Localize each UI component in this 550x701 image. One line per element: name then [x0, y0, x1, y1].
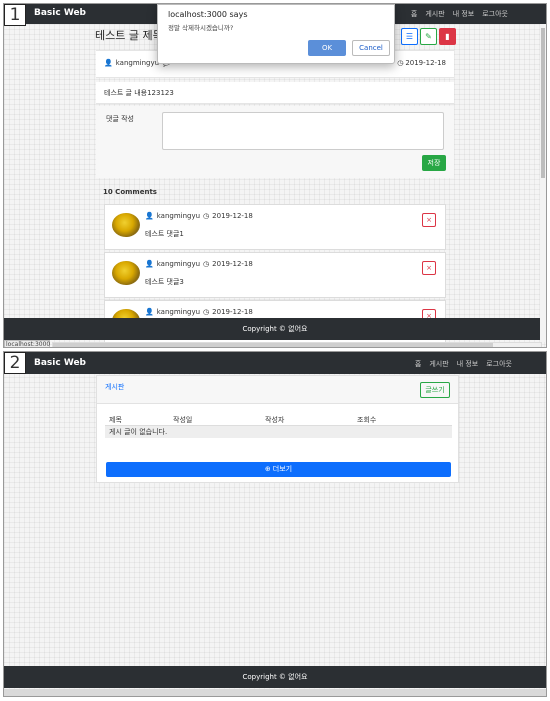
- comment-text: 테스트 댓글1: [145, 230, 184, 238]
- dialog-title: localhost:3000 says: [168, 10, 248, 19]
- dialog-cancel-button[interactable]: Cancel: [352, 40, 390, 56]
- comment-date: 2019-12-18: [212, 212, 253, 220]
- dialog-message: 정말 삭제하시겠습니까?: [168, 24, 234, 32]
- user-icon: 👤: [145, 212, 154, 220]
- nav-board[interactable]: 게시판: [429, 359, 448, 369]
- comments-count-title: 10 Comments: [103, 188, 157, 196]
- trash-icon: ▮: [445, 32, 450, 41]
- board-header: 게시판 글쓰기: [97, 376, 458, 404]
- post-body: 테스트 글 내용123123: [96, 82, 454, 104]
- comment-form-label: 댓글 작성: [106, 115, 134, 123]
- column-author: 작성자: [265, 415, 285, 424]
- column-date: 작성일: [173, 415, 193, 424]
- confirm-dialog: localhost:3000 says 정말 삭제하시겠습니까? OK Canc…: [157, 4, 395, 64]
- screenshot-panel-1: 1 Basic Web 홈 게시판 내 정보 로그아웃 테스트 글 제목 ☰ ✎…: [3, 3, 547, 348]
- top-navbar: Basic Web 홈 게시판 내 정보 로그아웃: [4, 352, 546, 374]
- nav-logout[interactable]: 로그아웃: [486, 359, 512, 369]
- comment-delete-button[interactable]: ×: [422, 261, 436, 275]
- load-more-label: 더보기: [272, 465, 293, 473]
- table-header: 제목 작성일 작성자 조회수: [105, 414, 452, 426]
- nav-board[interactable]: 게시판: [425, 9, 444, 19]
- empty-message: 게시 글이 없습니다.: [105, 426, 452, 438]
- comment-form: 댓글 작성 저장: [96, 106, 454, 178]
- footer: Copyright © 없어요: [4, 666, 546, 688]
- dialog-ok-button[interactable]: OK: [308, 40, 346, 56]
- nav-links: 홈 게시판 내 정보 로그아웃: [415, 359, 512, 369]
- edit-icon: ✎: [425, 32, 432, 41]
- clock-icon: ◷: [203, 260, 210, 268]
- comment-author: kangmingyu: [156, 212, 201, 220]
- post-title: 테스트 글 제목: [95, 29, 163, 42]
- nav-home[interactable]: 홈: [411, 9, 417, 19]
- list-icon: ☰: [405, 32, 414, 41]
- comment-textarea[interactable]: [162, 112, 444, 150]
- board-title[interactable]: 게시판: [105, 382, 124, 392]
- avatar: [112, 213, 140, 237]
- brand-link[interactable]: Basic Web: [34, 8, 86, 18]
- comment-date: 2019-12-18: [212, 260, 253, 268]
- comment-date: 2019-12-18: [212, 308, 253, 316]
- clock-icon: ◷: [397, 59, 404, 67]
- user-icon: 👤: [104, 59, 113, 67]
- clock-icon: ◷: [203, 308, 210, 316]
- plus-circle-icon: ⊕: [264, 465, 271, 473]
- load-more-button[interactable]: ⊕ 더보기: [106, 462, 451, 477]
- post-action-buttons: ☰ ✎ ▮: [401, 28, 458, 45]
- comment-item: 👤 kangmingyu ◷ 2019-12-18 테스트 댓글3 ×: [104, 252, 446, 298]
- post-date: 2019-12-18: [405, 59, 446, 67]
- board-card: 게시판 글쓰기 제목 작성일 작성자 조회수 게시 글이 없습니다. ⊕ 더보기: [96, 375, 459, 483]
- delete-button[interactable]: ▮: [439, 28, 456, 45]
- avatar: [112, 261, 140, 285]
- list-button[interactable]: ☰: [401, 28, 418, 45]
- board-table: 제목 작성일 작성자 조회수 게시 글이 없습니다.: [105, 414, 452, 438]
- comment-save-button[interactable]: 저장: [422, 155, 446, 171]
- nav-home[interactable]: 홈: [415, 359, 421, 369]
- horizontal-scrollbar[interactable]: [52, 342, 542, 347]
- post-body-text: 테스트 글 내용123123: [104, 89, 174, 97]
- comment-text: 테스트 댓글3: [145, 278, 184, 286]
- nav-my-info[interactable]: 내 정보: [453, 9, 475, 19]
- nav-my-info[interactable]: 내 정보: [457, 359, 479, 369]
- comment-delete-button[interactable]: ×: [422, 213, 436, 227]
- comment-item: 👤 kangmingyu ◷ 2019-12-18 테스트 댓글1 ×: [104, 204, 446, 250]
- column-views: 조회수: [357, 415, 377, 424]
- user-icon: 👤: [145, 260, 154, 268]
- edit-button[interactable]: ✎: [420, 28, 437, 45]
- column-title: 제목: [109, 415, 122, 424]
- step-number-badge: 1: [4, 4, 26, 26]
- step-number-badge: 2: [4, 352, 26, 374]
- post-author: kangmingyu: [115, 59, 160, 67]
- write-post-button[interactable]: 글쓰기: [420, 382, 450, 398]
- user-icon: 👤: [145, 308, 154, 316]
- nav-links: 홈 게시판 내 정보 로그아웃: [411, 9, 508, 19]
- footer: Copyright © 없어요: [4, 318, 546, 340]
- nav-logout[interactable]: 로그아웃: [482, 9, 508, 19]
- vertical-scrollbar[interactable]: [540, 24, 546, 342]
- screenshot-panel-2: 2 Basic Web 홈 게시판 내 정보 로그아웃 게시판 글쓰기 제목 작…: [3, 351, 547, 697]
- status-bar-url: localhost:3000: [4, 340, 51, 348]
- comment-author: kangmingyu: [156, 260, 201, 268]
- horizontal-scrollbar[interactable]: [4, 689, 546, 696]
- clock-icon: ◷: [203, 212, 210, 220]
- comment-author: kangmingyu: [156, 308, 201, 316]
- brand-link[interactable]: Basic Web: [34, 358, 86, 368]
